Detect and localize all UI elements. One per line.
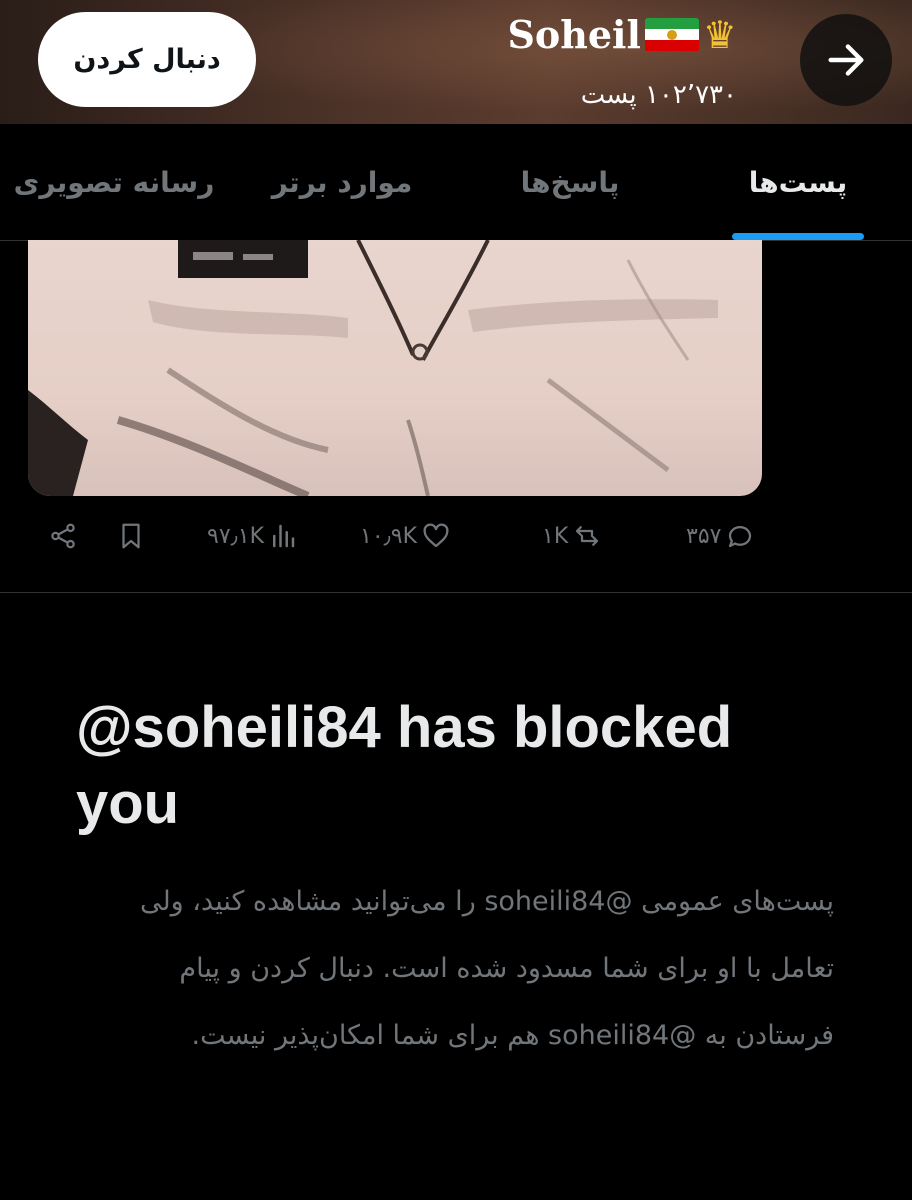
back-button[interactable]	[800, 14, 892, 106]
blocked-description: پست‌های عمومی @soheili84 را می‌توانید مش…	[139, 886, 834, 1051]
comment-icon	[729, 526, 752, 548]
tab-posts[interactable]: پست‌ها	[684, 124, 912, 240]
blocked-title: @soheili84 has blocked you	[76, 695, 733, 836]
profile-display-name: Soheil ♛	[507, 12, 737, 57]
like-count: ۱۰٫۹K	[360, 523, 418, 549]
post-action-bar: ۳۵۷ ۱K ۱۰٫۹K ۹۷٫۱K	[0, 515, 912, 567]
follow-button[interactable]: دنبال کردن	[38, 12, 256, 107]
analytics-icon	[273, 524, 295, 548]
profile-tabs: پست‌ها پاسخ‌ها موارد برتر رسانه تصویری	[0, 124, 912, 241]
post-photo	[28, 240, 718, 496]
post-image[interactable]	[28, 240, 762, 496]
share-icon	[51, 523, 75, 549]
reply-count: ۳۵۷	[686, 523, 722, 549]
bookmark-button[interactable]	[116, 521, 146, 551]
repost-action[interactable]: ۱K	[542, 521, 602, 551]
display-name-text: Soheil	[507, 12, 641, 57]
tab-highlights[interactable]: موارد برتر	[228, 124, 456, 240]
repost-count: ۱K	[542, 523, 569, 549]
share-button[interactable]	[48, 521, 78, 551]
divider	[0, 592, 912, 593]
post-count: ۱۰۲٬۷۳۰ پست	[580, 80, 737, 110]
arrow-right-icon	[828, 44, 864, 76]
reply-action[interactable]: ۳۵۷	[686, 521, 755, 551]
like-action[interactable]: ۱۰٫۹K	[360, 521, 451, 551]
tab-media[interactable]: رسانه تصویری	[0, 124, 228, 240]
crown-icon: ♛	[702, 12, 737, 57]
bookmark-icon	[122, 523, 140, 549]
profile-header: دنبال کردن Soheil ♛ ۱۰۲٬۷۳۰ پست	[0, 0, 912, 124]
iran-flag-icon	[644, 17, 699, 52]
repost-icon	[576, 526, 599, 546]
heart-icon	[423, 523, 449, 548]
tab-replies[interactable]: پاسخ‌ها	[456, 124, 684, 240]
views-action[interactable]: ۹۷٫۱K	[207, 521, 298, 551]
view-count: ۹۷٫۱K	[207, 523, 265, 549]
